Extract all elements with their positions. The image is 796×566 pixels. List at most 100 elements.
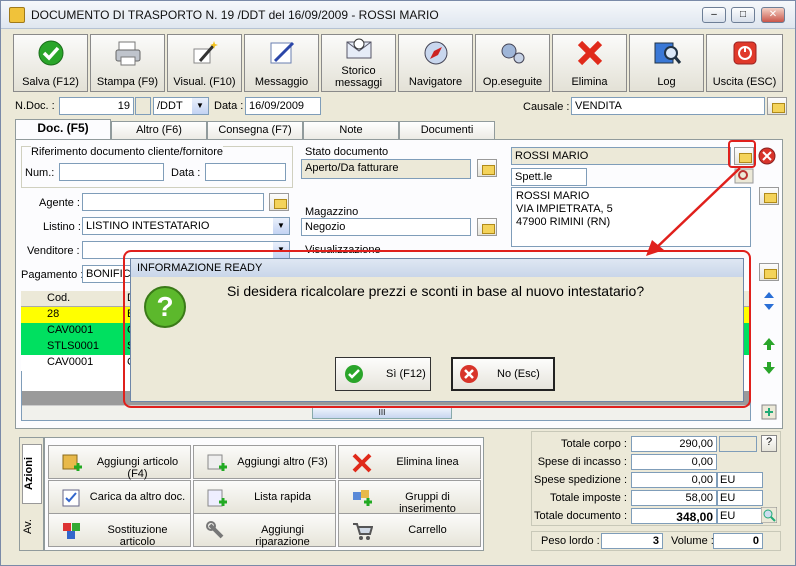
insert-groups-button[interactable]: Gruppi di inserimento xyxy=(338,480,481,515)
tab-doc[interactable]: Doc. (F5) xyxy=(15,119,111,140)
volume-value: 0 xyxy=(713,533,763,549)
stato-folder-button[interactable] xyxy=(477,159,497,177)
exit-button[interactable]: Uscita (ESC) xyxy=(706,34,783,92)
data-label: Data : xyxy=(171,167,201,179)
message-history-button[interactable]: Storico messaggi xyxy=(321,34,396,92)
message-button[interactable]: Messaggio xyxy=(244,34,319,92)
series-value: /DDT xyxy=(157,100,183,112)
wrench-icon xyxy=(206,521,224,539)
sort-icon[interactable] xyxy=(762,291,776,311)
quick-list-button[interactable]: Lista rapida xyxy=(193,480,336,514)
address-folder-button[interactable] xyxy=(759,187,779,205)
arrow-annotation xyxy=(646,167,741,256)
move-down-icon[interactable] xyxy=(762,361,776,375)
add-repair-label: Aggiungi riparazione xyxy=(255,524,310,548)
causale-input[interactable]: VENDITA xyxy=(571,97,765,115)
executed-ops-label: Op.eseguite xyxy=(482,76,543,88)
totale-documento-value: 348,00 xyxy=(631,508,717,524)
tab-consegna[interactable]: Consegna (F7) xyxy=(207,121,303,139)
delete-button[interactable]: Elimina xyxy=(552,34,627,92)
imposte-currency: EU xyxy=(717,490,763,506)
riferimento-label: Riferimento documento cliente/fornitore xyxy=(31,146,223,158)
add-article-button[interactable]: Aggiungi articolo (F4) xyxy=(48,445,191,480)
tab-note[interactable]: Note xyxy=(303,121,399,139)
ndoc-picker-button[interactable] xyxy=(135,97,151,115)
scroll-thumb[interactable]: III xyxy=(312,407,452,419)
print-button[interactable]: Stampa (F9) xyxy=(90,34,165,92)
exit-icon xyxy=(733,41,756,65)
spese-incasso-label: Spese di incasso : xyxy=(537,456,627,468)
app-icon xyxy=(9,7,25,23)
save-label: Salva (F12) xyxy=(22,76,79,88)
log-icon xyxy=(654,42,681,64)
minimize-button[interactable]: – xyxy=(702,7,726,23)
customer-clear-icon[interactable] xyxy=(758,147,776,165)
delete-line-button[interactable]: Elimina linea xyxy=(338,445,481,479)
data-input[interactable] xyxy=(205,163,286,181)
replace-article-button[interactable]: Sostituzione articolo xyxy=(48,513,191,548)
side-folder-button[interactable] xyxy=(759,263,779,281)
add-other-button[interactable]: Aggiungi altro (F3) xyxy=(193,445,336,479)
spese-incasso-value[interactable]: 0,00 xyxy=(631,454,717,470)
add-article-label: Aggiungi articolo (F4) xyxy=(96,456,179,480)
ndoc-input[interactable]: 19 xyxy=(59,97,134,115)
delete-icon xyxy=(577,40,602,66)
agente-label: Agente : xyxy=(39,197,80,209)
message-history-label: Storico messaggi xyxy=(334,65,383,89)
agente-input[interactable] xyxy=(82,193,264,211)
customer-title[interactable]: Spett.le xyxy=(511,168,587,186)
tab-documenti[interactable]: Documenti xyxy=(399,121,495,139)
date-input[interactable]: 16/09/2009 xyxy=(245,97,321,115)
main-toolbar: Salva (F12) Stampa (F9) Visual. (F10) Me… xyxy=(13,34,783,92)
tab-azioni[interactable]: Azioni xyxy=(22,444,42,504)
message-history-icon xyxy=(346,38,371,59)
row-code: CAV0001 xyxy=(47,324,94,336)
causale-folder-button[interactable] xyxy=(767,97,787,115)
zoom-icon[interactable] xyxy=(761,507,777,523)
agente-folder-button[interactable] xyxy=(269,193,289,211)
documento-currency: EU xyxy=(717,508,763,524)
spese-spedizione-value[interactable]: 0,00 xyxy=(631,472,717,488)
tab-altro[interactable]: Altro (F6) xyxy=(111,121,207,139)
load-document-icon xyxy=(62,489,80,507)
load-document-button[interactable]: Carica da altro doc. xyxy=(48,480,191,514)
totale-imposte-label: Totale imposte : xyxy=(549,492,627,504)
log-button[interactable]: Log xyxy=(629,34,704,92)
maximize-button[interactable]: □ xyxy=(731,7,755,23)
tab-av[interactable]: Av. xyxy=(22,510,42,544)
help-button[interactable]: ? xyxy=(761,435,777,452)
delete-line-icon xyxy=(352,453,372,473)
series-select[interactable]: /DDT ▼ xyxy=(153,97,209,115)
save-button[interactable]: Salva (F12) xyxy=(13,34,88,92)
grid-settings-icon[interactable] xyxy=(761,404,777,420)
preview-label: Visual. (F10) xyxy=(173,76,236,88)
insert-groups-icon xyxy=(353,490,372,506)
preview-button[interactable]: Visual. (F10) xyxy=(167,34,242,92)
volume-label: Volume : xyxy=(671,535,714,547)
title-bar: DOCUMENTO DI TRASPORTO N. 19 /DDT del 16… xyxy=(1,1,795,29)
magazzino-folder-button[interactable] xyxy=(477,218,497,236)
close-button[interactable]: ✕ xyxy=(761,7,785,23)
executed-ops-button[interactable]: Op.eseguite xyxy=(475,34,550,92)
navigator-button[interactable]: Navigatore xyxy=(398,34,473,92)
totale-corpo-value: 290,00 xyxy=(631,436,717,452)
magazzino-label: Magazzino xyxy=(305,206,359,218)
listino-select[interactable]: LISTINO INTESTATARIO ▼ xyxy=(82,217,290,235)
exit-label: Uscita (ESC) xyxy=(712,76,777,88)
print-label: Stampa (F9) xyxy=(96,76,159,88)
add-other-icon xyxy=(207,454,227,471)
stato-value: Aperto/Da fatturare xyxy=(301,159,471,179)
num-input[interactable] xyxy=(59,163,164,181)
date-label: Data : xyxy=(214,100,244,112)
cart-icon xyxy=(353,523,373,540)
spedizione-currency: EU xyxy=(717,472,763,488)
load-document-label: Carica da altro doc. xyxy=(89,491,186,503)
add-repair-button[interactable]: Aggiungi riparazione xyxy=(193,513,336,548)
magazzino-input[interactable]: Negozio xyxy=(301,218,471,236)
move-up-icon[interactable] xyxy=(762,337,776,351)
row-code: CAV0001 xyxy=(47,356,94,368)
chevron-down-icon: ▼ xyxy=(192,98,208,114)
cart-button[interactable]: Carrello xyxy=(338,513,481,547)
pagamento-label: Pagamento : xyxy=(21,269,84,281)
quick-list-icon xyxy=(207,489,227,507)
